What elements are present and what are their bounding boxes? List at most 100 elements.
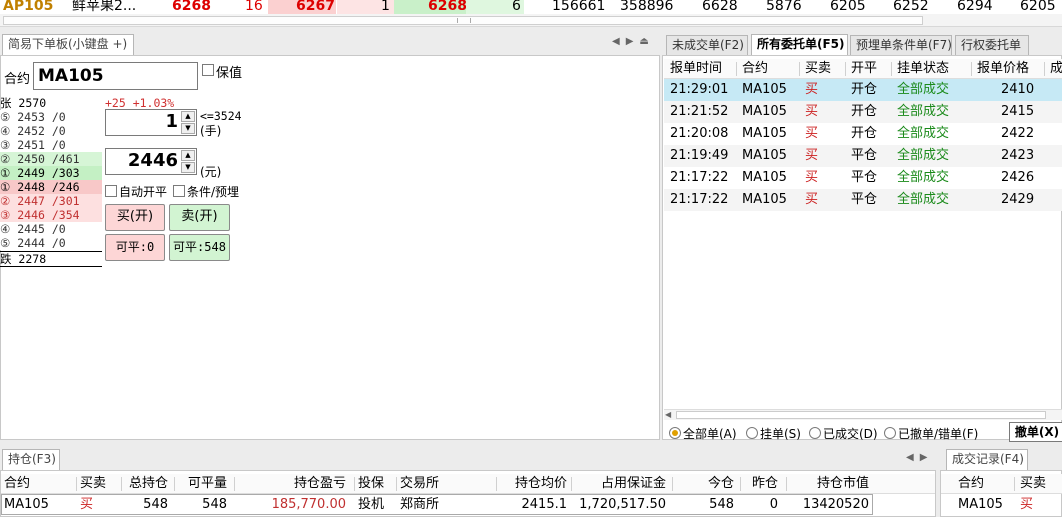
trades-col-header[interactable]: 合约 <box>958 474 984 494</box>
positions-col-header[interactable]: 昨仓 <box>744 474 778 494</box>
hedge-checkbox[interactable] <box>202 64 214 76</box>
orders-col-header[interactable]: 合约 <box>742 59 768 79</box>
col-divider[interactable] <box>1014 477 1015 491</box>
quote-bid[interactable]: 6267 <box>296 0 335 14</box>
price-up-icon[interactable]: ▲ <box>181 150 195 161</box>
closable-buy-button[interactable]: 可平:0 <box>105 234 165 261</box>
tab-orders-2[interactable]: 预埋单条件单(F7) <box>850 35 952 56</box>
tab-simple-order-board[interactable]: 简易下单板(小键盘 +) <box>2 34 134 56</box>
orders-col-header[interactable]: 开平 <box>851 59 877 79</box>
table-row[interactable]: 21:19:49 MA105 买 平仓 全部成交 2423 <box>664 145 1062 167</box>
filter-radio-0[interactable] <box>669 427 681 439</box>
limit-down[interactable]: 跌 2278 <box>0 251 102 267</box>
positions-col-header[interactable]: 可平量 <box>178 474 227 494</box>
table-row[interactable]: 21:21:52 MA105 买 开仓 全部成交 2415 <box>664 101 1062 123</box>
qty-value[interactable]: 1 <box>165 111 178 132</box>
panel-nav-icons[interactable]: ◀▶⏏ <box>612 36 655 47</box>
ladder-level[interactable]: ② 2450 /461 <box>0 152 102 166</box>
quote-symbol[interactable]: AP105 <box>3 0 53 14</box>
col-divider[interactable] <box>354 477 355 491</box>
tab-orders-3[interactable]: 行权委托单 <box>955 35 1029 56</box>
col-divider[interactable] <box>799 62 800 76</box>
ladder-level[interactable]: ③ 2446 /354 <box>0 208 102 222</box>
positions-col-header[interactable]: 合约 <box>4 474 76 494</box>
filter-label-2[interactable]: 已成交(D) <box>823 425 878 442</box>
orders-scroll-thumb[interactable] <box>676 411 1046 419</box>
price-down-icon[interactable]: ▼ <box>181 162 195 173</box>
positions-col-header[interactable]: 今仓 <box>676 474 734 494</box>
col-divider[interactable] <box>971 62 972 76</box>
orders-hscrollbar[interactable]: ◀ <box>664 409 1062 420</box>
positions-col-header[interactable]: 持仓均价 <box>500 474 567 494</box>
quote-scrollbar[interactable] <box>0 14 1062 27</box>
col-divider[interactable] <box>76 477 77 491</box>
positions-col-header[interactable]: 占用保证金 <box>575 474 666 494</box>
ladder-level[interactable]: ④ 2452 /0 <box>0 124 102 138</box>
filter-label-1[interactable]: 挂单(S) <box>760 425 801 442</box>
tab-trades[interactable]: 成交记录(F4) <box>946 449 1028 471</box>
filter-radio-2[interactable] <box>809 427 821 439</box>
orders-col-header[interactable]: 报单时间 <box>670 59 722 79</box>
positions-col-header[interactable]: 交易所 <box>400 474 460 494</box>
table-row[interactable]: 21:17:22 MA105 买 平仓 全部成交 2429 <box>664 189 1062 211</box>
positions-nav-icons[interactable]: ◀▶ <box>906 452 933 463</box>
col-divider[interactable] <box>396 477 397 491</box>
sell-open-button[interactable]: 卖(开) <box>169 204 230 231</box>
price-stepper[interactable]: 2446 ▲ ▼ <box>105 148 197 175</box>
qty-up-icon[interactable]: ▲ <box>181 111 195 122</box>
col-divider[interactable] <box>786 477 787 491</box>
ladder-level[interactable]: ⑤ 2453 /0 <box>0 110 102 124</box>
trades-col-header[interactable]: 买卖 <box>1020 474 1046 494</box>
cancel-order-button[interactable]: 撤单(X) <box>1009 422 1062 442</box>
quote-bar[interactable]: AP105 鲜苹果2... 6268 16 6267 1 6268 6 1566… <box>0 0 1062 14</box>
filter-label-0[interactable]: 全部单(A) <box>683 425 737 442</box>
col-divider[interactable] <box>234 477 235 491</box>
price-value[interactable]: 2446 <box>128 150 178 171</box>
col-divider[interactable] <box>891 62 892 76</box>
orders-col-header[interactable]: 报单价格 <box>977 59 1029 79</box>
col-divider[interactable] <box>736 62 737 76</box>
filter-radio-3[interactable] <box>884 427 896 439</box>
auto-open-close-checkbox[interactable] <box>105 185 117 197</box>
col-divider[interactable] <box>672 477 673 491</box>
contract-input[interactable]: MA105 <box>33 62 198 90</box>
ladder-level[interactable]: ④ 2445 /0 <box>0 222 102 236</box>
quote-ask[interactable]: 6268 <box>428 0 467 14</box>
col-divider[interactable] <box>174 477 175 491</box>
positions-col-header[interactable]: 持仓盈亏 <box>238 474 346 494</box>
table-row[interactable]: 21:20:08 MA105 买 开仓 全部成交 2422 <box>664 123 1062 145</box>
limit-up[interactable]: 张 2570 <box>0 97 102 111</box>
condition-checkbox[interactable] <box>173 185 185 197</box>
table-row[interactable]: 21:29:01 MA105 买 开仓 全部成交 2410 <box>664 79 1062 101</box>
buy-open-button[interactable]: 买(开) <box>105 204 165 231</box>
ladder-level[interactable]: ② 2447 /301 <box>0 194 102 208</box>
positions-col-header[interactable]: 买卖 <box>80 474 120 494</box>
col-divider[interactable] <box>740 477 741 491</box>
qty-stepper[interactable]: 1 ▲ ▼ <box>105 109 197 136</box>
col-divider[interactable] <box>845 62 846 76</box>
tab-positions[interactable]: 持仓(F3) <box>2 449 60 471</box>
table-row[interactable]: 21:17:22 MA105 买 平仓 全部成交 2426 <box>664 167 1062 189</box>
tab-orders-1[interactable]: 所有委托单(F5) <box>751 34 848 56</box>
ladder-level[interactable]: ① 2449 /303 <box>0 166 102 180</box>
orders-col-header[interactable]: 挂单状态 <box>897 59 949 79</box>
scroll-left-icon[interactable]: ◀ <box>665 410 671 419</box>
col-divider[interactable] <box>496 477 497 491</box>
ladder-level[interactable]: ③ 2451 /0 <box>0 138 102 152</box>
col-divider[interactable] <box>1044 62 1045 76</box>
positions-col-header[interactable]: 投保 <box>358 474 393 494</box>
orders-col-header[interactable]: 买卖 <box>805 59 831 79</box>
closable-sell-button[interactable]: 可平:548 <box>169 234 230 261</box>
orders-col-header[interactable]: 成 <box>1050 59 1062 79</box>
scrollbar-thumb[interactable] <box>3 16 923 25</box>
qty-down-icon[interactable]: ▼ <box>181 123 195 134</box>
col-divider[interactable] <box>571 477 572 491</box>
positions-col-header[interactable]: 总持仓 <box>125 474 168 494</box>
tab-orders-0[interactable]: 未成交单(F2) <box>666 35 748 56</box>
filter-label-3[interactable]: 已撤单/错单(F) <box>898 425 978 442</box>
filter-radio-1[interactable] <box>746 427 758 439</box>
ladder-level[interactable]: ⑤ 2444 /0 <box>0 236 102 250</box>
positions-col-header[interactable]: 持仓市值 <box>790 474 869 494</box>
col-divider[interactable] <box>121 477 122 491</box>
ladder-level[interactable]: ① 2448 /246 <box>0 180 102 194</box>
